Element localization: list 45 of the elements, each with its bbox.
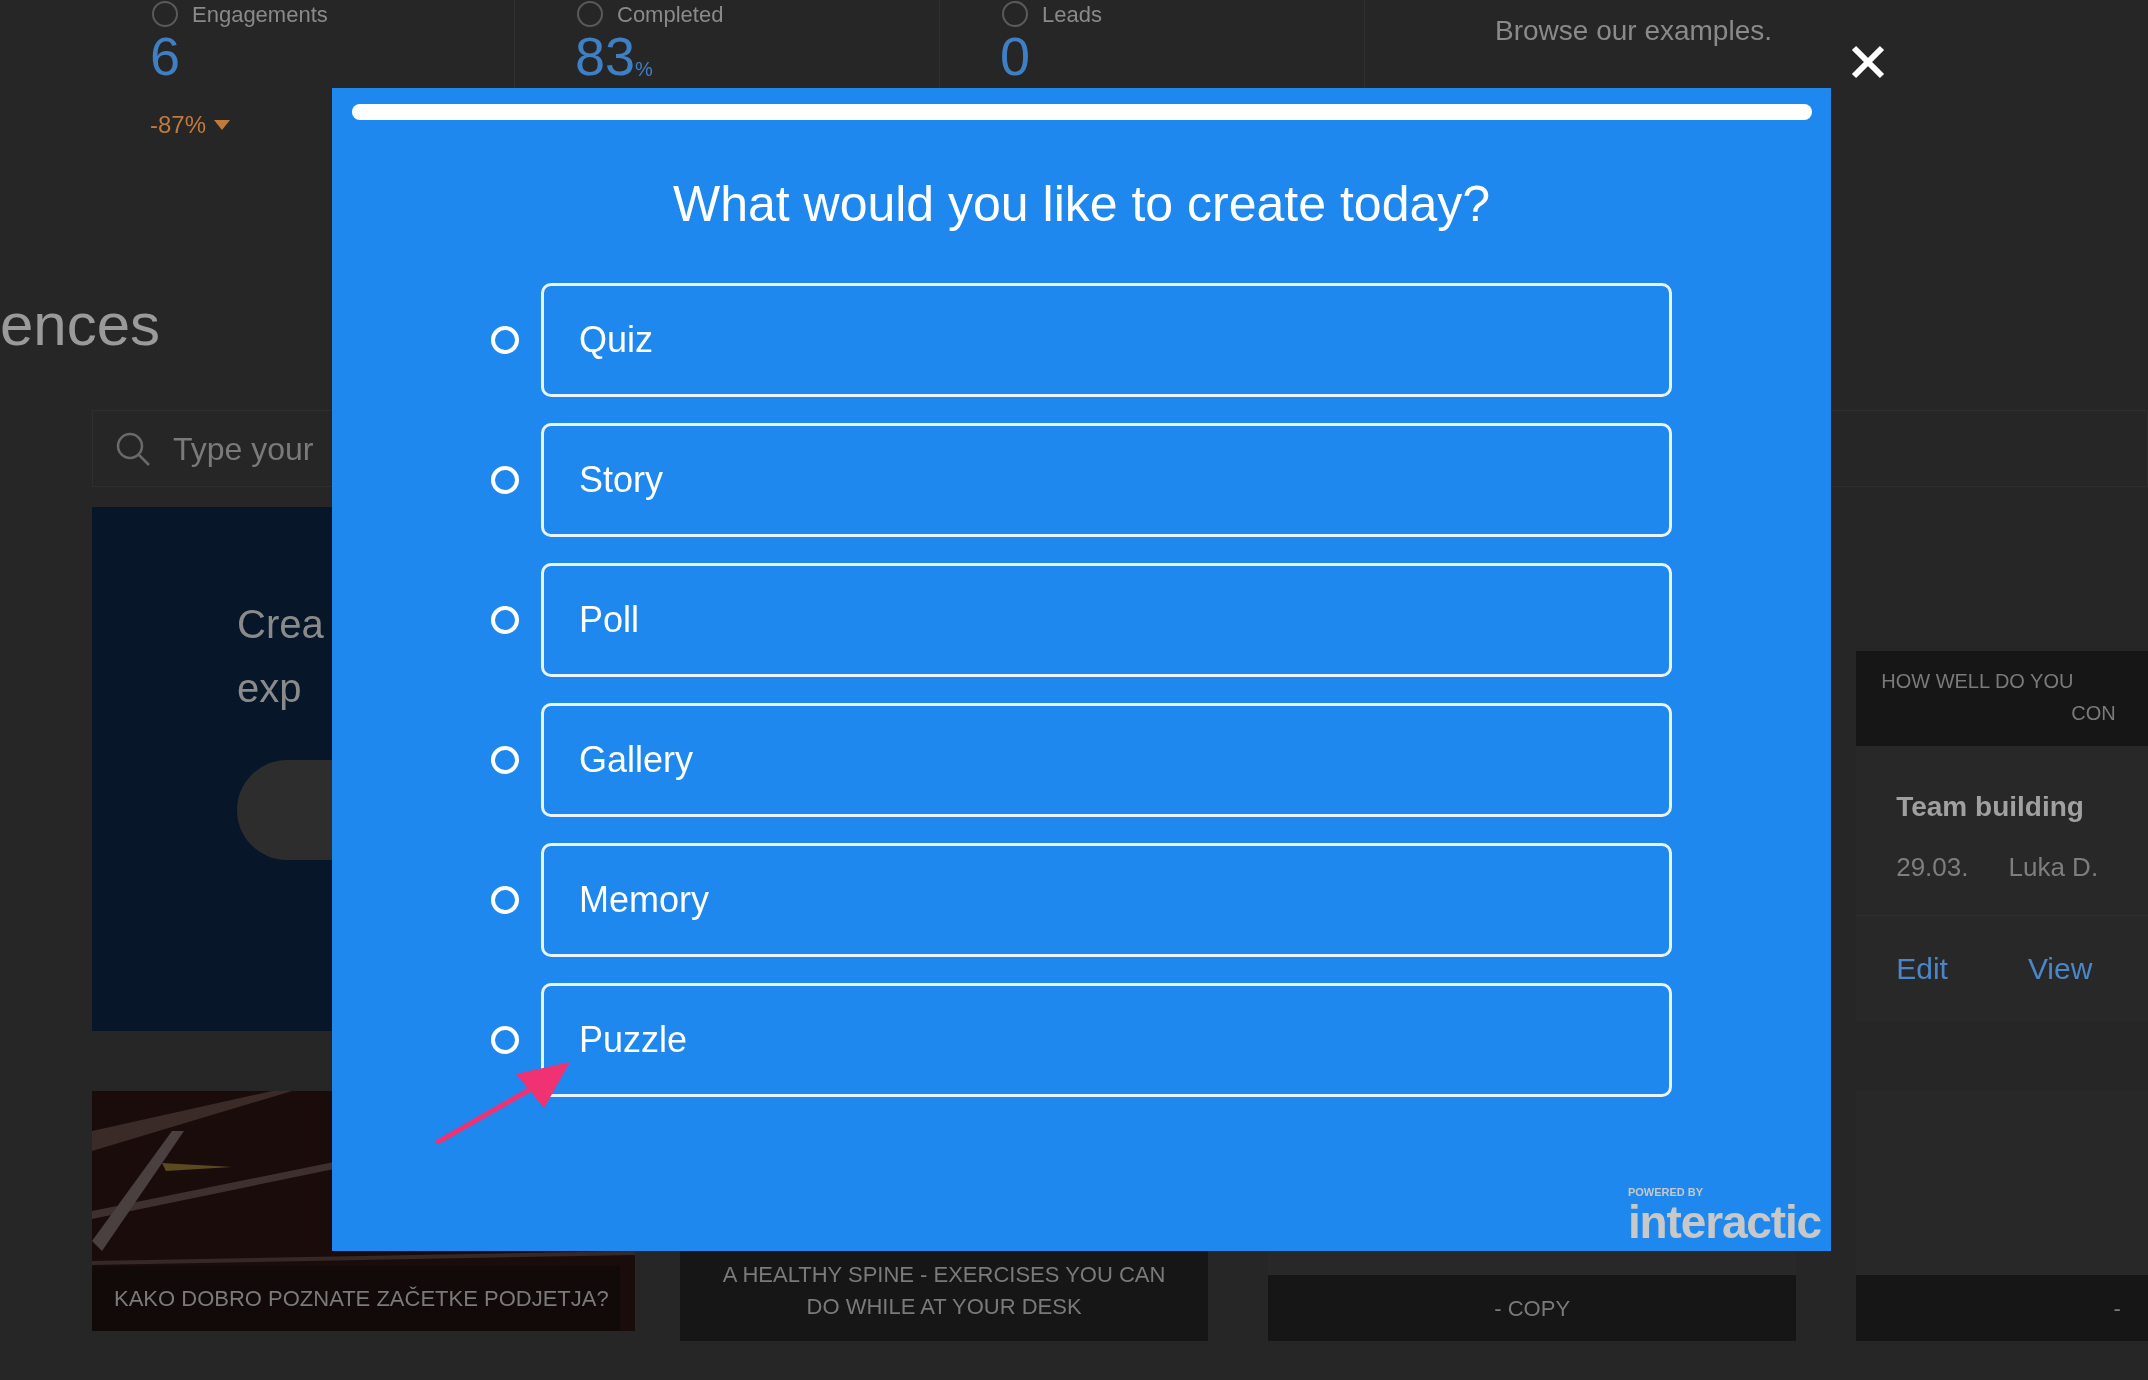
card-link[interactable]: Edit: [1896, 946, 1948, 991]
stat-value: 0: [1000, 29, 1031, 83]
radio-button[interactable]: [491, 326, 519, 354]
stat-label: Engagements: [192, 0, 328, 29]
radio-button[interactable]: [491, 746, 519, 774]
page-heading: ences: [0, 295, 161, 355]
option-button[interactable]: Gallery: [541, 703, 1672, 817]
card-author: Luka D.: [2008, 851, 2099, 884]
stat-icon: [1000, 0, 1030, 29]
radio-button[interactable]: [491, 1026, 519, 1054]
dialog-title: What would you like to create today?: [672, 175, 1491, 234]
card-caption: A HEALTHY SPINE - EXERCISES YOU CAN DO WHILE AT YOUR DESK: [721, 1261, 1167, 1321]
promo-text: Crea: [237, 601, 324, 648]
stat-value: 6: [150, 29, 181, 83]
option-button[interactable]: Story: [541, 423, 1672, 537]
stat-label: Leads: [1042, 0, 1102, 29]
option-button[interactable]: Puzzle: [541, 983, 1672, 1097]
promo-text: exp: [237, 665, 302, 712]
brand-logo: interactic: [1627, 1199, 1821, 1245]
card-caption: -: [2113, 1294, 2121, 1323]
stat-value: 83: [575, 29, 636, 83]
stat-unit: %: [635, 59, 653, 79]
radio-button[interactable]: [491, 606, 519, 634]
stat-label: Completed: [617, 0, 724, 29]
card-date: 29.03.: [1896, 851, 1969, 884]
card-caption: KAKO DOBRO POZNATE ZAČETKE PODJETJA?: [114, 1285, 609, 1313]
option-button[interactable]: Memory: [541, 843, 1672, 957]
caret-down-icon: [214, 120, 231, 130]
browse-examples-link[interactable]: Browse our examples.: [1495, 10, 1772, 46]
search-icon: [115, 430, 151, 467]
banner-text: CON: [2071, 701, 2116, 726]
powered-by-label: POWERED BY: [1627, 1185, 1705, 1199]
radio-button[interactable]: [491, 886, 519, 914]
option-button[interactable]: Poll: [541, 563, 1672, 677]
stat-icon: [150, 0, 180, 29]
option-button[interactable]: Quiz: [541, 283, 1672, 397]
card-title: Team building: [1896, 790, 2085, 824]
radio-button[interactable]: [491, 466, 519, 494]
stat-icon: [575, 0, 605, 29]
stat-change: -87%: [150, 110, 207, 140]
card-caption: - COPY: [1494, 1294, 1571, 1323]
search-placeholder: Type your: [173, 429, 314, 469]
card-link[interactable]: View: [2027, 946, 2093, 991]
close-icon[interactable]: [1850, 44, 1886, 80]
banner-text: HOW WELL DO YOU: [1881, 669, 2074, 694]
